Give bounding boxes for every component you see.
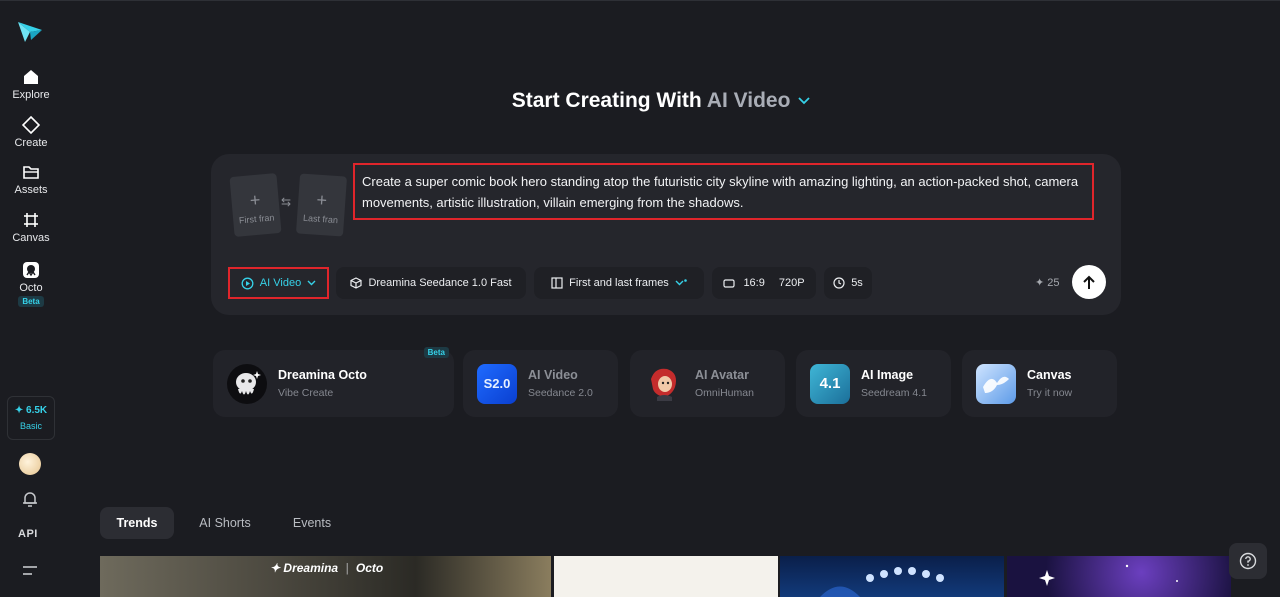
last-frame-upload[interactable]: + Last fran [295, 173, 348, 237]
frames-icon [551, 277, 563, 289]
plan-label: Basic [19, 421, 42, 431]
sidebar-item-octo[interactable]: Octo Beta [0, 261, 62, 307]
first-frame-label: First fran [238, 212, 275, 226]
question-icon [1239, 552, 1257, 570]
help-button[interactable] [1229, 543, 1267, 579]
beta-badge: Beta [18, 296, 44, 307]
sidebar-item-label: Octo [19, 282, 43, 294]
duration-label: 5s [851, 277, 863, 289]
tool-title: AI Avatar [695, 368, 749, 382]
resolution-label: 720P [778, 277, 805, 289]
tool-title: AI Image [861, 368, 914, 382]
tab-events[interactable]: Events [280, 507, 344, 539]
canvas-grid-icon [24, 213, 38, 227]
dreamina-logo-icon[interactable] [17, 20, 43, 44]
credit-cost: ✦ 25 [1035, 277, 1060, 289]
plus-icon: + [315, 189, 328, 211]
arrow-up-icon [1083, 275, 1095, 289]
seedance-icon: S2.0 [477, 363, 517, 404]
tool-subtitle: Seedance 2.0 [528, 387, 593, 399]
tool-card-ai-avatar[interactable]: AI Avatar OmniHuman [630, 350, 785, 417]
beta-badge: Beta [423, 347, 449, 358]
brand-text-2: Octo [355, 561, 384, 575]
aspect-ratio-icon [723, 278, 736, 288]
frames-select[interactable]: First and last frames [534, 267, 704, 299]
avatar[interactable] [19, 453, 41, 475]
bell-icon[interactable] [21, 490, 39, 508]
ratio-label: 16:9 [743, 277, 765, 289]
chevron-down-icon [675, 279, 687, 286]
video-mode-icon [241, 277, 254, 289]
sidebar-item-label: Create [14, 137, 48, 149]
tool-subtitle: Try it now [1027, 387, 1073, 399]
tool-card-octo[interactable]: Dreamina Octo Vibe Create Beta [213, 347, 454, 417]
octo-icon [23, 262, 39, 278]
page-title: Start Creating With AI Video [0, 89, 1280, 113]
tool-title: AI Video [528, 368, 578, 382]
model-select[interactable]: Dreamina Seedance 1.0 Fast [336, 267, 526, 299]
moon-phases-image [820, 567, 944, 597]
seedream-icon: 4.1 [810, 363, 850, 404]
tool-subtitle: OmniHuman [695, 387, 754, 399]
thumbnail-card[interactable] [1007, 556, 1231, 597]
diamond-icon [22, 116, 40, 134]
mode-label: AI Video [259, 277, 302, 289]
credits-value: ✦ 6.5K [14, 405, 48, 416]
sidebar-item-canvas[interactable]: Canvas [0, 211, 62, 244]
home-icon [24, 70, 38, 84]
duration-select[interactable]: 5s [824, 267, 872, 299]
frames-label: First and last frames [569, 277, 669, 289]
prompt-input[interactable]: Create a super comic book hero standing … [353, 163, 1094, 220]
mode-select[interactable]: AI Video [228, 267, 329, 299]
chevron-down-icon [307, 280, 316, 286]
title-text: Start Creating With [511, 89, 702, 112]
prompt-card: + First fran ⇆ + Last fran Create a supe… [211, 154, 1121, 315]
mode-switch[interactable]: AI Video [707, 89, 791, 112]
tool-subtitle: Vibe Create [278, 387, 334, 399]
chevron-down-icon[interactable] [798, 97, 810, 105]
thumbnail-card[interactable] [554, 556, 778, 597]
sidebar-item-label: Canvas [12, 232, 50, 244]
thumbnail-card[interactable]: ✦ Dreamina | Octo [100, 556, 551, 597]
tool-title: Canvas [1027, 368, 1072, 382]
clock-icon [833, 277, 845, 289]
avatar-character-icon [644, 364, 684, 404]
tab-ai-shorts[interactable]: AI Shorts [186, 507, 264, 539]
galaxy-image [1039, 564, 1178, 586]
sidebar-item-assets[interactable]: Assets [0, 163, 62, 196]
last-frame-label: Last fran [302, 212, 339, 226]
brand-star-icon: ✦ [270, 561, 281, 575]
ratio-resolution-select[interactable]: 16:9 720P [712, 267, 816, 299]
tool-card-ai-video[interactable]: S2.0 AI Video Seedance 2.0 [463, 350, 618, 417]
cube-icon [350, 277, 363, 289]
tool-title: Dreamina Octo [278, 368, 367, 382]
model-label: Dreamina Seedance 1.0 Fast [368, 277, 512, 289]
tab-trends[interactable]: Trends [100, 507, 174, 539]
swap-icon[interactable]: ⇆ [281, 195, 291, 209]
sidebar-item-label: Assets [14, 184, 48, 196]
thumbnail-card[interactable] [780, 556, 1004, 597]
menu-icon[interactable] [22, 564, 38, 578]
plus-icon: + [248, 189, 262, 211]
octo-mascot-icon [227, 363, 267, 404]
credits-box[interactable]: ✦ 6.5K Basic [7, 396, 55, 440]
sidebar-item-create[interactable]: Create [0, 116, 62, 149]
first-frame-upload[interactable]: + First fran [229, 173, 282, 237]
generate-button[interactable] [1072, 265, 1106, 299]
canvas-bird-icon [976, 363, 1016, 404]
api-link[interactable]: API [18, 528, 38, 540]
tool-subtitle: Seedream 4.1 [861, 387, 927, 399]
brand-text: Dreamina [283, 561, 339, 575]
folder-icon [23, 166, 39, 179]
tool-card-canvas[interactable]: Canvas Try it now [962, 350, 1117, 417]
tool-card-ai-image[interactable]: 4.1 AI Image Seedream 4.1 [796, 350, 951, 417]
thumbnail-brand: ✦ Dreamina | Octo [270, 561, 384, 575]
